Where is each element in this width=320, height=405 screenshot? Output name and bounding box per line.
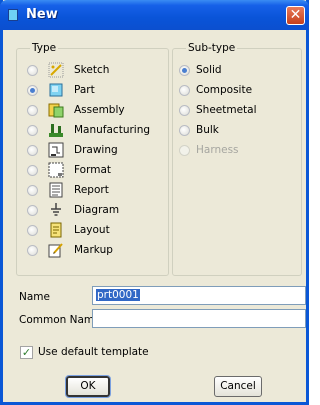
subtype-radio-harness (179, 144, 190, 156)
ok-button-label: OK (80, 380, 96, 392)
diagram-icon (48, 202, 64, 218)
subtype-radio-composite[interactable] (179, 84, 190, 96)
type-option-assembly[interactable]: Assembly (27, 102, 125, 118)
subtype-option-label: Sheetmetal (196, 104, 257, 116)
assembly-icon (48, 102, 64, 118)
type-option-label: Assembly (74, 104, 125, 116)
report-icon (48, 182, 64, 198)
type-radio-sketch[interactable] (27, 64, 38, 76)
subtype-option-label: Bulk (196, 124, 219, 136)
type-radio-part[interactable] (27, 84, 38, 96)
type-option-drawing[interactable]: Drawing (27, 142, 118, 158)
close-icon: ✕ (289, 7, 302, 23)
subtype-option-label: Harness (196, 144, 239, 156)
new-dialog: New ✕ Type Sketch Part Assembly Manufacturi… (0, 0, 309, 405)
type-option-label: Diagram (74, 204, 120, 216)
type-option-label: Format (74, 164, 112, 176)
common-name-label: Common Name (19, 314, 101, 326)
type-radio-format[interactable] (27, 164, 38, 176)
type-option-report[interactable]: Report (27, 182, 109, 198)
type-radio-manufacturing[interactable] (27, 124, 38, 136)
type-radio-assembly[interactable] (27, 104, 38, 116)
subtype-radio-sheetmetal[interactable] (179, 104, 190, 116)
type-option-diagram[interactable]: Diagram (27, 202, 119, 218)
layout-icon (48, 222, 64, 238)
checkmark-icon: ✓ (21, 346, 32, 359)
type-option-layout[interactable]: Layout (27, 222, 110, 238)
type-group-title: Type (30, 42, 59, 54)
type-radio-layout[interactable] (27, 224, 38, 236)
type-option-label: Markup (74, 244, 113, 256)
subtype-radio-solid[interactable] (179, 64, 190, 76)
markup-icon (48, 242, 64, 258)
part-icon (48, 82, 64, 98)
title-bar[interactable]: New ✕ (0, 0, 309, 30)
subtype-option-composite[interactable]: Composite (179, 82, 252, 98)
subtype-radio-bulk[interactable] (179, 124, 190, 136)
default-template-label[interactable]: Use default template (38, 346, 149, 358)
type-option-manufacturing[interactable]: Manufacturing (27, 122, 150, 138)
subtype-option-solid[interactable]: Solid (179, 62, 222, 78)
app-icon (8, 9, 18, 21)
type-radio-drawing[interactable] (27, 144, 38, 156)
type-radio-diagram[interactable] (27, 204, 38, 216)
drawing-icon (48, 142, 64, 158)
cancel-button-label: Cancel (220, 380, 256, 392)
type-option-label: Sketch (74, 64, 110, 76)
type-radio-markup[interactable] (27, 244, 38, 256)
manufacturing-icon (48, 122, 64, 138)
name-label: Name (19, 291, 50, 303)
type-option-label: Drawing (74, 144, 118, 156)
dialog-title: New (26, 7, 58, 22)
type-option-label: Part (74, 84, 95, 96)
subtype-group-title: Sub-type (186, 42, 238, 54)
subtype-option-harness: Harness (179, 142, 239, 158)
subtype-option-bulk[interactable]: Bulk (179, 122, 219, 138)
type-option-label: Manufacturing (74, 124, 151, 136)
subtype-option-sheetmetal[interactable]: Sheetmetal (179, 102, 257, 118)
type-option-format[interactable]: Format (27, 162, 111, 178)
format-icon (48, 162, 64, 178)
type-option-sketch[interactable]: Sketch (27, 62, 109, 78)
type-option-part[interactable]: Part (27, 82, 95, 98)
type-option-label: Layout (74, 224, 110, 236)
name-value: prt0001 (96, 289, 140, 301)
name-field[interactable]: prt0001 (92, 286, 306, 305)
ok-button[interactable]: OK (65, 375, 111, 398)
cancel-button[interactable]: Cancel (214, 376, 262, 397)
type-radio-report[interactable] (27, 184, 38, 196)
close-button[interactable]: ✕ (286, 6, 305, 25)
common-name-field[interactable] (92, 309, 306, 328)
default-template-checkbox[interactable]: ✓ (20, 346, 33, 359)
subtype-option-label: Solid (196, 64, 222, 76)
subtype-option-label: Composite (196, 84, 253, 96)
sketch-icon (48, 62, 64, 78)
type-option-label: Report (74, 184, 109, 196)
type-option-markup[interactable]: Markup (27, 242, 113, 258)
